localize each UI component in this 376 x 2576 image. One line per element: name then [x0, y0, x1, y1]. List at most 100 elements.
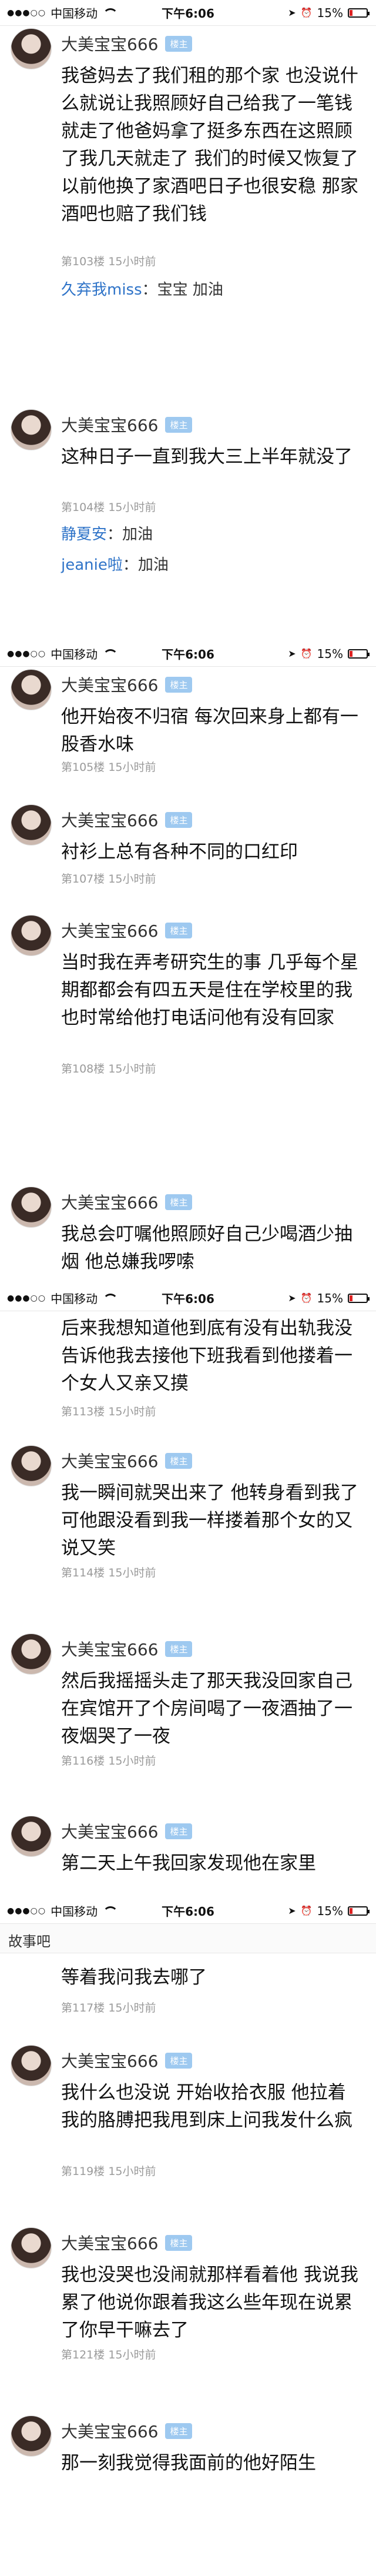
post-time: 15小时前 [108, 873, 156, 886]
avatar[interactable] [11, 409, 52, 450]
comment-item: 大美宝宝666 楼主 我也没哭也没闹就那样看着他 我说我累了他说你跟着我这么些年现… [0, 2211, 376, 2387]
floor-number: 第108楼 [61, 1063, 105, 1075]
carrier-label: 中国移动 [51, 1905, 98, 1919]
username[interactable]: 大美宝宝666 [61, 918, 158, 942]
forum-header[interactable]: 故事吧 [0, 1924, 376, 1953]
forum-name[interactable]: 故事吧 [8, 1930, 51, 1950]
avatar[interactable] [11, 804, 52, 846]
avatar[interactable] [11, 915, 52, 956]
avatar[interactable] [11, 2045, 52, 2086]
reply-author[interactable]: 静夏安 [61, 526, 107, 543]
reply-author[interactable]: 久弃我miss [61, 281, 142, 299]
op-badge: 楼主 [165, 811, 193, 828]
battery-icon [348, 1906, 370, 1916]
status-bar: ●●●○○ 中国移动 下午6:06 ➤ ⏰ 15% [0, 1285, 376, 1311]
op-badge: 楼主 [165, 2423, 193, 2439]
comment-item: 大美宝宝666 楼主 我爸妈去了我们租的那个家 也没说什么就说让我照顾好自己给我了… [0, 12, 376, 313]
post-time: 15小时前 [108, 1566, 156, 1579]
post-time: 15小时前 [108, 2002, 156, 2014]
reply-row[interactable]: 静夏安：加油 [61, 522, 153, 544]
comment-item: 后来我想知道他到底有没有出轨我没告诉他我去接他下班我看到他搂着一个女人又亲又摸 … [0, 1315, 376, 1432]
username[interactable]: 大美宝宝666 [61, 1449, 158, 1472]
comment-text: 他开始夜不归宿 每次回来身上都有一股香水味 [61, 706, 358, 755]
op-badge: 楼主 [165, 35, 193, 52]
comment-text: 衬衫上总有各种不同的口红印 [61, 841, 298, 863]
comment-item: 大美宝宝666 楼主 他开始夜不归宿 每次回来身上都有一股香水味 第105楼 15… [0, 653, 376, 797]
comment-text: 然后我摇摇头走了那天我没回家自己在宾馆开了个房间喝了一夜酒抽了一夜烟哭了一夜 [61, 1670, 352, 1747]
comment-item: 大美宝宝666 楼主 第二天上午我回家发现他在家里 [0, 1799, 376, 1899]
floor-number: 第104楼 [61, 501, 105, 514]
comment-text: 这种日子一直到我大三上半年就没了 [61, 446, 352, 467]
comment-text: 当时我在弄考研究生的事 几乎每个星期都都会有四五天是住在学校里的我也时常给他打电… [61, 952, 358, 1028]
avatar[interactable] [11, 2227, 52, 2268]
username[interactable]: 大美宝宝666 [61, 1819, 158, 1843]
comment-item: 大美宝宝666 楼主 衬衫上总有各种不同的口红印 第107楼 15小时前 [0, 788, 376, 903]
comment-text: 后来我想知道他到底有没有出轨我没告诉他我去接他下班我看到他搂着一个女人又亲又摸 [61, 1318, 352, 1394]
reply-text: 加油 [122, 526, 153, 543]
floor-number: 第116楼 [61, 1755, 105, 1768]
comment-text: 我也没哭也没闹就那样看着他 我说我累了他说你跟着我这么些年现在说累了你早干嘛去了 [61, 2264, 358, 2341]
comment-text: 我爸妈去了我们租的那个家 也没说什么就说让我照顾好自己给我了一笔钱就走了他爸妈拿… [61, 65, 358, 225]
username[interactable]: 大美宝宝666 [61, 2419, 158, 2443]
username[interactable]: 大美宝宝666 [61, 1637, 158, 1660]
status-bar: ●●●○○ 中国移动 下午6:06 ➤ ⏰ 15% [0, 1898, 376, 1924]
op-badge: 楼主 [165, 416, 193, 433]
floor-number: 第114楼 [61, 1566, 105, 1579]
post-time: 15小时前 [108, 1405, 156, 1418]
reply-text: 宝宝 加油 [157, 281, 223, 299]
username[interactable]: 大美宝宝666 [61, 2231, 158, 2254]
reply-text: 加油 [137, 556, 169, 574]
username[interactable]: 大美宝宝666 [61, 413, 158, 436]
avatar[interactable] [11, 2415, 52, 2457]
post-time: 15小时前 [108, 761, 156, 774]
wifi-icon [102, 1293, 119, 1303]
username[interactable]: 大美宝宝666 [61, 673, 158, 696]
avatar[interactable] [11, 1633, 52, 1675]
avatar[interactable] [11, 1187, 52, 1228]
post-time: 15小时前 [108, 1063, 156, 1075]
battery-icon [348, 1293, 370, 1303]
username[interactable]: 大美宝宝666 [61, 808, 158, 831]
op-badge: 楼主 [165, 1641, 193, 1657]
username[interactable]: 大美宝宝666 [61, 32, 158, 55]
reply-author[interactable]: jeanie啦 [61, 556, 123, 574]
comment-item: 大美宝宝666 楼主 我总会叮嘱他照顾好自己少喝酒少抽烟 他总嫌我啰嗦 [0, 1170, 376, 1282]
comment-text: 等着我问我去哪了 [61, 1967, 207, 1988]
op-badge: 楼主 [165, 2234, 193, 2251]
floor-number: 第107楼 [61, 873, 105, 886]
floor-number: 第113楼 [61, 1405, 105, 1418]
post-time: 15小时前 [108, 2165, 156, 2178]
comment-text: 那一刻我觉得我面前的他好陌生 [61, 2453, 316, 2474]
avatar[interactable] [11, 1816, 52, 1857]
comment-item: 大美宝宝666 楼主 这种日子一直到我大三上半年就没了 第104楼 15小时前 静… [0, 393, 376, 637]
post-time: 15小时前 [108, 255, 156, 268]
screenshot-collage: ●●●○○ 中国移动 下午6:06 ➤ ⏰ 15% 大美宝宝666 楼主 我爸妈去了我们… [0, 0, 376, 2576]
floor-number: 第119楼 [61, 2165, 105, 2178]
avatar[interactable] [11, 669, 52, 710]
wifi-icon [102, 1906, 119, 1916]
reply-row[interactable]: 久弃我miss：宝宝 加油 [61, 278, 223, 299]
reply-row[interactable]: jeanie啦：加油 [61, 553, 169, 574]
comment-item: 大美宝宝666 楼主 当时我在弄考研究生的事 几乎每个星期都都会有四五天是住在学校… [0, 898, 376, 1111]
comment-item: 大美宝宝666 楼主 我一瞬间就哭出来了 他转身看到我了可他跟没看到我一样搂着那个… [0, 1429, 376, 1605]
floor-number: 第121楼 [61, 2348, 105, 2361]
comment-item: 大美宝宝666 楼主 我什么也没说 开始收拾衣服 他拉着我的胳膊把我甩到床上问我发… [0, 2029, 376, 2211]
post-time: 15小时前 [108, 501, 156, 514]
username[interactable]: 大美宝宝666 [61, 2049, 158, 2072]
avatar[interactable] [11, 1445, 52, 1486]
comment-text: 我一瞬间就哭出来了 他转身看到我了可他跟没看到我一样搂着那个女的又说又笑 [61, 1482, 358, 1559]
op-badge: 楼主 [165, 2052, 193, 2069]
username[interactable]: 大美宝宝666 [61, 1190, 158, 1214]
floor-number: 第117楼 [61, 2002, 105, 2014]
op-badge: 楼主 [165, 1452, 193, 1469]
alarm-icon: ⏰ [300, 1292, 313, 1304]
comment-item: 大美宝宝666 楼主 然后我摇摇头走了那天我没回家自己在宾馆开了个房间喝了一夜酒抽… [0, 1617, 376, 1811]
op-badge: 楼主 [165, 1194, 193, 1210]
comment-text: 我总会叮嘱他照顾好自己少喝酒少抽烟 他总嫌我啰嗦 [61, 1224, 352, 1272]
alarm-icon: ⏰ [300, 1905, 313, 1916]
op-badge: 楼主 [165, 922, 193, 938]
post-time: 15小时前 [108, 1755, 156, 1768]
location-icon: ➤ [288, 1905, 296, 1916]
avatar[interactable] [11, 28, 52, 69]
floor-number: 第103楼 [61, 255, 105, 268]
